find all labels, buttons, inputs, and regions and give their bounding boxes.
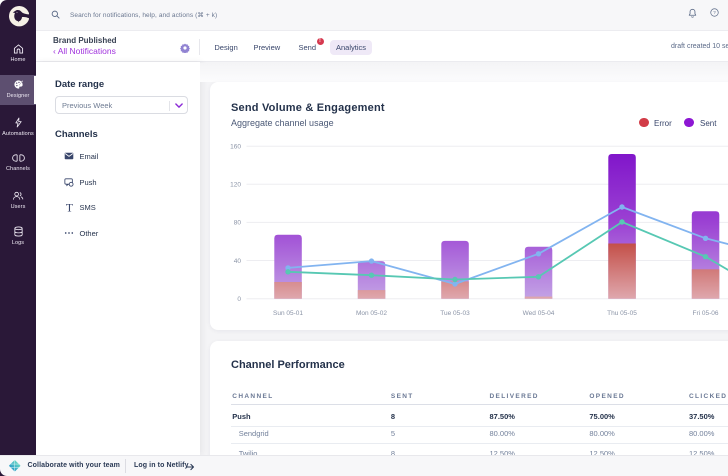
- svg-text:Tue 05-03: Tue 05-03: [440, 310, 470, 317]
- svg-text:T: T: [65, 202, 72, 213]
- svg-text:Sun 05-01: Sun 05-01: [273, 310, 303, 317]
- svg-text:40: 40: [234, 258, 242, 265]
- svg-text:80: 80: [234, 220, 242, 227]
- svg-text:Thu 05-05: Thu 05-05: [607, 310, 637, 317]
- svg-text:Mon 05-02: Mon 05-02: [356, 310, 387, 317]
- svg-text:0: 0: [237, 296, 241, 303]
- svg-text:Wed 05-04: Wed 05-04: [523, 310, 555, 317]
- svg-text:?: ?: [713, 10, 716, 15]
- svg-text:120: 120: [230, 182, 241, 189]
- svg-text:Fri 05-06: Fri 05-06: [692, 310, 718, 317]
- svg-text:160: 160: [230, 144, 241, 151]
